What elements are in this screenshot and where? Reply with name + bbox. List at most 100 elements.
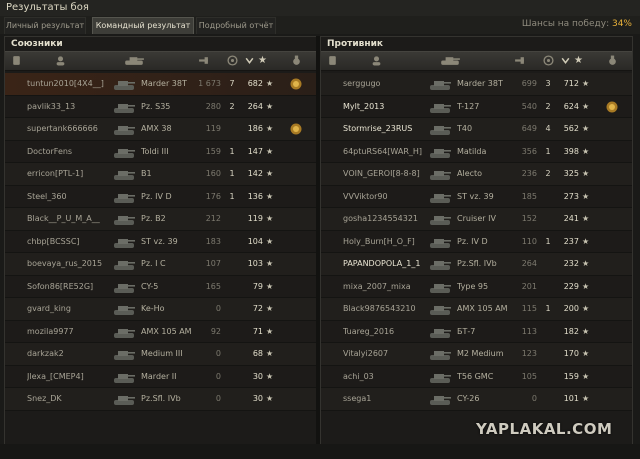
tank-name: Toldi III xyxy=(141,146,169,156)
damage-value: 115 xyxy=(521,304,537,313)
medal-icon[interactable] xyxy=(291,55,302,66)
medal-icon[interactable] xyxy=(607,55,618,66)
frags-value: 1 xyxy=(229,169,235,178)
player-name: supertank666666 xyxy=(27,124,98,133)
xp-value: 72 xyxy=(252,304,263,313)
star-icon: ★ xyxy=(266,191,274,201)
player-row[interactable]: Sofon86[RE52G] CY-5 165 79 ★ xyxy=(5,275,316,298)
player-row[interactable]: gosha1234554321 Cruiser IV 152 241 ★ xyxy=(321,208,632,231)
allies-rows: tuntun2010[4X4__] Marder 38T 1 673 7 682 ★ pav… xyxy=(5,73,316,411)
enemies-panel: Противник ★ serggugo Marder 38T 699 3 712 ★ My… xyxy=(320,36,633,445)
player-row[interactable]: Mylt_2013 T-127 540 2 624 ★ xyxy=(321,95,632,118)
tank-icon xyxy=(113,122,135,136)
xp-value: 232 xyxy=(563,259,579,268)
player-icon[interactable] xyxy=(371,55,382,66)
player-name: Black__P_U_M_A__ xyxy=(27,214,100,223)
tank-icon xyxy=(429,167,451,181)
player-row[interactable]: Black9876543210 AMX 105 AM 115 1 200 ★ xyxy=(321,298,632,321)
enemies-title: Противник xyxy=(327,39,384,49)
platoon-icon[interactable] xyxy=(327,55,338,66)
damage-value: 119 xyxy=(205,124,221,133)
player-row[interactable]: VVViktor90 ST vz. 39 185 273 ★ xyxy=(321,185,632,208)
player-name: tuntun2010[4X4__] xyxy=(27,79,104,88)
star-icon: ★ xyxy=(582,326,590,336)
player-row[interactable]: achi_03 T56 GMC 105 159 ★ xyxy=(321,365,632,388)
player-icon[interactable] xyxy=(55,55,66,66)
player-row[interactable]: tuntun2010[4X4__] Marder 38T 1 673 7 682 ★ xyxy=(5,73,316,96)
tank-name: Marder 38T xyxy=(141,79,187,88)
player-row[interactable]: chbp[BCSSC] ST vz. 39 183 104 ★ xyxy=(5,230,316,253)
xp-icon[interactable] xyxy=(560,55,571,66)
xp-value: 273 xyxy=(563,191,579,201)
player-name: Sofon86[RE52G] xyxy=(27,281,94,291)
win-chance-value: 34% xyxy=(611,19,632,29)
player-row[interactable]: erricon[PTL-1] B1 160 1 142 ★ xyxy=(5,163,316,186)
player-name: DoctorFens xyxy=(27,146,73,156)
xp-value: 186 xyxy=(247,124,263,133)
player-row[interactable]: Steel_360 Pz. IV D 176 1 136 ★ xyxy=(5,185,316,208)
tank-name: CY-26 xyxy=(457,394,480,403)
player-row[interactable]: Tuareg_2016 БТ-7 113 182 ★ xyxy=(321,320,632,343)
xp-value: 325 xyxy=(563,169,579,178)
tank-icon xyxy=(429,370,451,384)
tank-name: B1 xyxy=(141,169,152,178)
star-icon: ★ xyxy=(582,124,590,133)
player-name: ssega1 xyxy=(343,394,372,403)
player-row[interactable]: boevaya_rus_2015 Pz. I C 107 103 ★ xyxy=(5,253,316,276)
player-row[interactable]: darkzak2 Medium III 0 68 ★ xyxy=(5,343,316,366)
xp-value: 103 xyxy=(247,259,263,268)
player-row[interactable]: 64ptuRS64[WAR_H] Matilda 356 1 398 ★ xyxy=(321,140,632,163)
medal-icon xyxy=(289,77,303,91)
player-row[interactable]: ssega1 CY-26 0 101 ★ xyxy=(321,388,632,411)
damage-value: 165 xyxy=(205,281,221,291)
star-icon: ★ xyxy=(582,79,590,88)
tab-detailed-report[interactable]: Подробный отчёт xyxy=(196,17,276,34)
player-row[interactable]: mixa_2007_mixa Type 95 201 229 ★ xyxy=(321,275,632,298)
tab-team-result[interactable]: Командный результат xyxy=(92,17,194,34)
tank-name: ST vz. 39 xyxy=(457,191,494,201)
player-row[interactable]: Black__P_U_M_A__ Pz. B2 212 119 ★ xyxy=(5,208,316,231)
tank-icon xyxy=(429,190,451,204)
player-row[interactable]: mozila9977 AMX 105 AM 92 71 ★ xyxy=(5,320,316,343)
player-row[interactable]: Stormrise_23RUS T40 649 4 562 ★ xyxy=(321,118,632,141)
allies-title: Союзники xyxy=(11,39,63,49)
tank-name: Matilda xyxy=(457,146,487,156)
damage-value: 92 xyxy=(210,326,221,336)
damage-icon[interactable] xyxy=(514,55,525,66)
tank-name: Ke-Ho xyxy=(141,304,165,313)
player-row[interactable]: DoctorFens Toldi III 159 1 147 ★ xyxy=(5,140,316,163)
tab-personal-result[interactable]: Личный результат xyxy=(4,17,86,34)
damage-value: 0 xyxy=(215,394,221,403)
tank-icon[interactable] xyxy=(439,55,461,66)
tank-name: Pz. IV D xyxy=(141,191,172,201)
star-icon: ★ xyxy=(266,101,274,111)
star-icon[interactable]: ★ xyxy=(574,55,585,66)
player-row[interactable]: serggugo Marder 38T 699 3 712 ★ xyxy=(321,73,632,96)
player-row[interactable]: PAPANDOPOLA_1_1 Pz.Sfl. IVb 264 232 ★ xyxy=(321,253,632,276)
platoon-icon[interactable] xyxy=(11,55,22,66)
frags-value: 1 xyxy=(545,304,551,313)
frags-icon[interactable] xyxy=(227,55,238,66)
player-row[interactable]: gvard_king Ke-Ho 0 72 ★ xyxy=(5,298,316,321)
player-row[interactable]: Holy_Burn[H_O_F] Pz. IV D 110 1 237 ★ xyxy=(321,230,632,253)
frags-icon[interactable] xyxy=(543,55,554,66)
damage-value: 183 xyxy=(205,236,221,246)
player-row[interactable]: supertank666666 AMX 38 119 186 ★ xyxy=(5,118,316,141)
frags-value: 3 xyxy=(545,79,551,88)
xp-value: 712 xyxy=(563,79,579,88)
tank-icon[interactable] xyxy=(123,55,145,66)
player-name: Stormrise_23RUS xyxy=(343,124,413,133)
player-row[interactable]: Snez_DK Pz.Sfl. IVb 0 30 ★ xyxy=(5,388,316,411)
player-row[interactable]: Jlexa_[CMEP4] Marder II 0 30 ★ xyxy=(5,365,316,388)
medal-icon xyxy=(289,122,303,136)
player-name: gvard_king xyxy=(27,304,71,313)
player-row[interactable]: pavlik33_13 Pz. S35 280 2 264 ★ xyxy=(5,95,316,118)
player-row[interactable]: VOIN_GEROI[8-8-8] Alecto 236 2 325 ★ xyxy=(321,163,632,186)
star-icon[interactable]: ★ xyxy=(258,55,269,66)
xp-icon[interactable] xyxy=(244,55,255,66)
damage-icon[interactable] xyxy=(198,55,209,66)
player-row[interactable]: Vitalyi2607 M2 Medium 123 170 ★ xyxy=(321,343,632,366)
player-name: Black9876543210 xyxy=(343,304,416,313)
xp-value: 142 xyxy=(247,169,263,178)
tank-icon xyxy=(113,325,135,339)
